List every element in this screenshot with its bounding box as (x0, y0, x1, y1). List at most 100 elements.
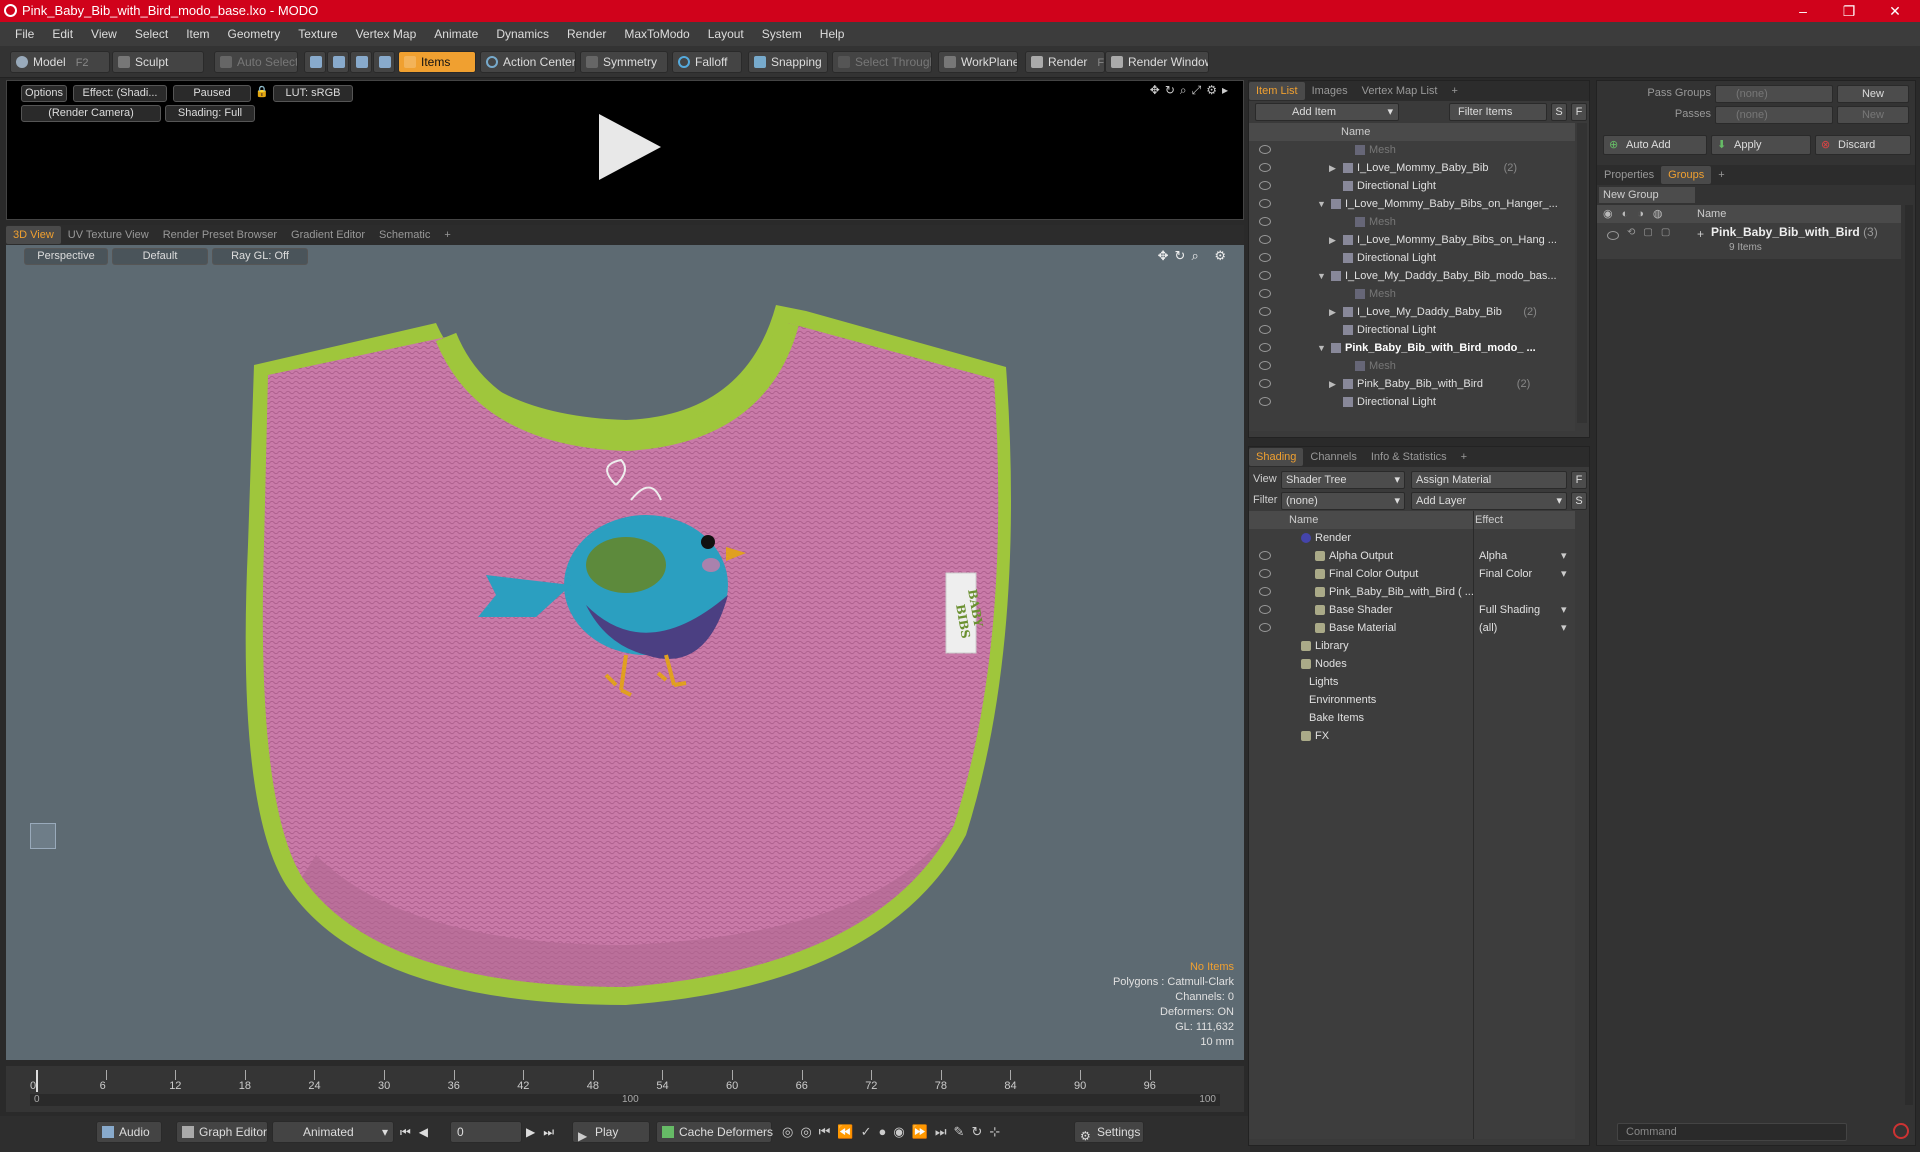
preview-options-button[interactable]: Options (21, 85, 67, 102)
menu-system[interactable]: System (753, 27, 811, 41)
eye-icon[interactable] (1259, 181, 1271, 190)
tab-schematic[interactable]: Schematic (372, 226, 437, 244)
item-list-row[interactable]: ▶ I_Love_Mommy_Baby_Bib (2) (1249, 159, 1575, 177)
symmetry-button[interactable]: Symmetry (580, 51, 668, 73)
menu-view[interactable]: View (82, 27, 126, 41)
bib-model[interactable]: BABY BIBS (6, 245, 1244, 1060)
menu-texture[interactable]: Texture (289, 27, 346, 41)
shading-dropdown[interactable]: Shading: Full (165, 105, 255, 122)
render-button[interactable]: RenderF9 (1025, 51, 1105, 73)
tab-vertex-map-list[interactable]: Vertex Map List (1355, 82, 1445, 100)
polygons-mode-button[interactable] (350, 51, 372, 73)
item-list-row[interactable]: Directional Light (1249, 249, 1575, 267)
tab-channels[interactable]: Channels (1303, 448, 1363, 466)
items-mode-button[interactable]: Items (398, 51, 476, 73)
shader-tree-row[interactable]: Library (1249, 637, 1575, 655)
auto-add-button[interactable]: ⊕ Auto Add (1603, 135, 1707, 155)
filter-items-input[interactable]: Filter Items (1449, 103, 1547, 121)
menu-select[interactable]: Select (126, 27, 177, 41)
item-list-row[interactable]: ▶ I_Love_Mommy_Baby_Bibs_on_Hang ... (1249, 231, 1575, 249)
eye-icon[interactable] (1259, 325, 1271, 334)
cache-deformers-button[interactable]: Cache Deformers (656, 1121, 773, 1143)
shader-tree-row[interactable]: Base Material (all) ▾ (1249, 619, 1575, 637)
eye-icon[interactable] (1259, 307, 1271, 316)
settings-button[interactable]: ⚙ Settings (1074, 1121, 1144, 1143)
expand-down-icon[interactable]: ▼ (1317, 339, 1326, 357)
effect-dropdown[interactable]: Final Color (1479, 565, 1571, 583)
eye-icon[interactable] (1259, 569, 1271, 578)
item-list-row[interactable]: Directional Light (1249, 321, 1575, 339)
eye-icon[interactable] (1259, 271, 1271, 280)
eye-icon[interactable] (1607, 231, 1619, 240)
tab-groups[interactable]: Groups (1661, 166, 1712, 184)
menu-item[interactable]: Item (177, 27, 218, 41)
eye-icon[interactable] (1259, 587, 1271, 596)
transport-rewind-icons[interactable]: ⏮◀ (400, 1125, 436, 1140)
edges-mode-button[interactable] (327, 51, 349, 73)
menu-file[interactable]: File (6, 27, 43, 41)
menu-maxtomodo[interactable]: MaxToModo (615, 27, 698, 41)
new-pass-button[interactable]: New (1837, 106, 1909, 124)
frame-input[interactable]: 0 (450, 1121, 522, 1143)
menu-dynamics[interactable]: Dynamics (487, 27, 558, 41)
chevron-down-icon[interactable]: ▾ (1561, 547, 1567, 565)
shader-tree-row[interactable]: FX (1249, 727, 1575, 745)
eye-icon[interactable] (1259, 217, 1271, 226)
tab-3d-view[interactable]: 3D View (6, 226, 61, 244)
tab-info-statistics[interactable]: Info & Statistics (1364, 448, 1454, 466)
item-list-row[interactable]: Directional Light (1249, 177, 1575, 195)
lut-dropdown[interactable]: LUT: sRGB (273, 85, 353, 102)
lock-icon[interactable]: 🔒 (255, 85, 267, 102)
item-list-row[interactable]: Directional Light (1249, 393, 1575, 411)
timeline-ruler[interactable]: 0 6 12 18 24 30 36 42 48 54 60 66 72 78 84 90 96 (30, 1070, 1216, 1094)
add-tab-icon[interactable]: + (437, 226, 457, 244)
playhead[interactable] (36, 1070, 38, 1092)
expand-down-icon[interactable]: ▼ (1317, 267, 1326, 285)
new-pass-group-button[interactable]: New (1837, 85, 1909, 103)
expand-right-icon[interactable]: ▶ (1329, 303, 1336, 321)
snapping-button[interactable]: Snapping (748, 51, 828, 73)
shader-tree-row[interactable]: Environments (1249, 691, 1575, 709)
discard-button[interactable]: ⊗ Discard (1815, 135, 1911, 155)
render-preview[interactable]: Options Effect: (Shadi... Paused 🔒 LUT: … (6, 80, 1244, 220)
tab-uv-texture-view[interactable]: UV Texture View (61, 226, 156, 244)
chevron-down-icon[interactable]: ▾ (1561, 619, 1567, 637)
add-layer-dropdown[interactable]: Add Layer ▾ (1411, 492, 1567, 510)
render-window-button[interactable]: Render Window (1105, 51, 1209, 73)
item-list-row[interactable]: ▶ I_Love_My_Daddy_Baby_Bib (2) (1249, 303, 1575, 321)
play-icon[interactable] (599, 114, 661, 180)
item-list-row[interactable]: ▼ I_Love_My_Daddy_Baby_Bib_modo_bas... (1249, 267, 1575, 285)
menu-edit[interactable]: Edit (43, 27, 82, 41)
record-macro-icon[interactable] (1893, 1123, 1909, 1139)
eye-icon[interactable] (1259, 199, 1271, 208)
shader-tree-row[interactable]: Nodes (1249, 655, 1575, 673)
item-list-row[interactable]: ▼ I_Love_Mommy_Baby_Bibs_on_Hanger_... (1249, 195, 1575, 213)
animated-dropdown[interactable]: Animated ▾ (272, 1121, 394, 1143)
assign-material-button[interactable]: Assign Material (1411, 471, 1567, 489)
model-mode-button[interactable]: Model F2 (10, 51, 110, 73)
eye-icon[interactable] (1259, 605, 1271, 614)
group-flags-icons[interactable]: ⟲▢▢ (1627, 227, 1678, 238)
menu-animate[interactable]: Animate (425, 27, 487, 41)
eye-icon[interactable] (1259, 343, 1271, 352)
action-center-button[interactable]: Action Center (480, 51, 576, 73)
expand-right-icon[interactable]: ▶ (1329, 159, 1336, 177)
eye-icon[interactable] (1259, 361, 1271, 370)
item-list-row[interactable]: Mesh (1249, 213, 1575, 231)
maximize-icon[interactable]: ❐ (1826, 0, 1872, 22)
preview-effect-dropdown[interactable]: Effect: (Shadi... (73, 85, 167, 102)
expand-down-icon[interactable]: ▼ (1317, 195, 1326, 213)
close-icon[interactable]: ✕ (1872, 0, 1918, 22)
item-list-scrollbar[interactable] (1577, 123, 1587, 423)
eye-icon[interactable] (1259, 253, 1271, 262)
groups-scrollbar[interactable] (1905, 205, 1913, 1105)
group-add-icon[interactable]: + (1697, 227, 1704, 241)
new-group-button[interactable]: New Group (1599, 187, 1695, 203)
timeline[interactable]: 0 6 12 18 24 30 36 42 48 54 60 66 72 78 84 90 96 0 100 1… (6, 1066, 1244, 1112)
auto-select-button[interactable]: Auto Select (214, 51, 298, 73)
chevron-down-icon[interactable]: ▾ (1561, 601, 1567, 619)
effect-dropdown[interactable]: Full Shading (1479, 601, 1571, 619)
shading-f-button[interactable]: F (1571, 471, 1587, 489)
eye-icon[interactable] (1259, 145, 1271, 154)
chevron-down-icon[interactable]: ▾ (1561, 565, 1567, 583)
